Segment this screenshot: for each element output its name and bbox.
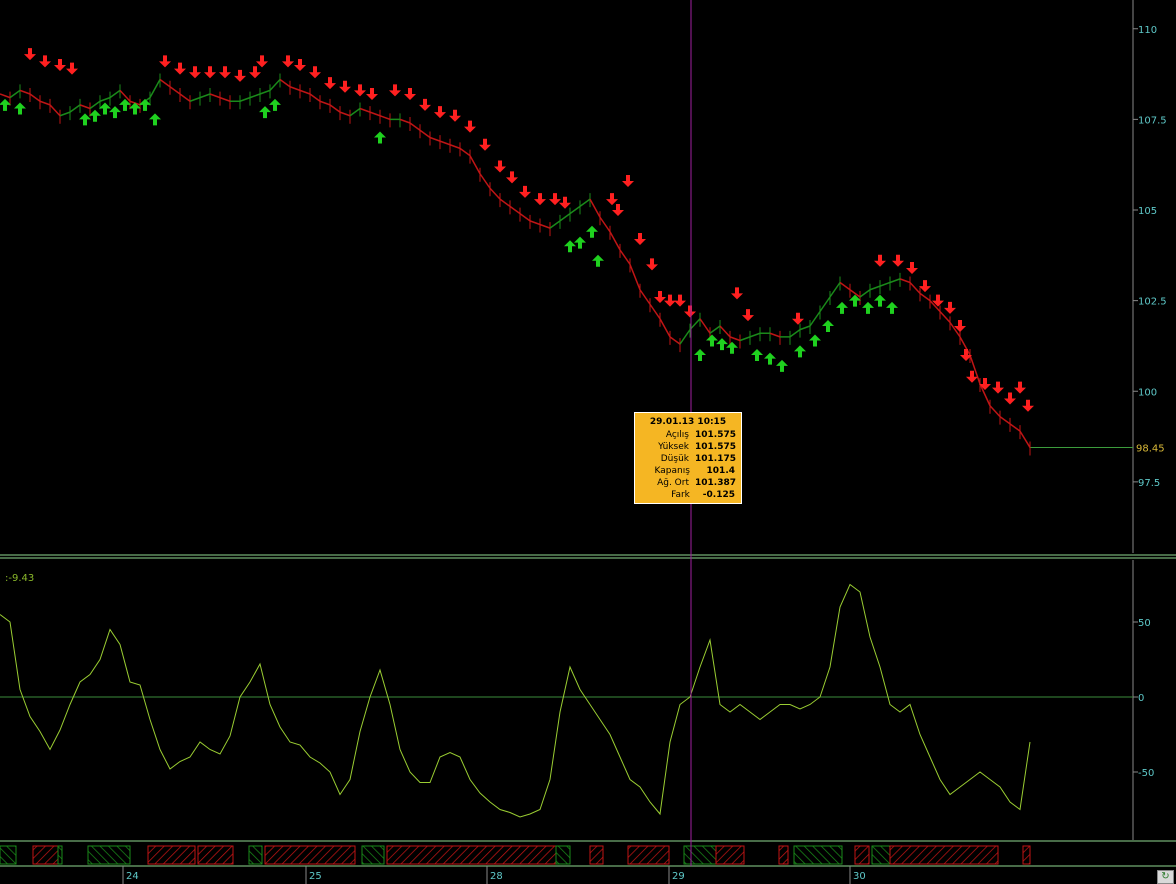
- oscillator-label: :-9.43: [5, 573, 34, 584]
- tooltip-row-change: Fark -0.125: [641, 489, 735, 501]
- osc-tick-label-0: 50: [1138, 618, 1151, 629]
- signal-block-8: [361, 845, 385, 865]
- tooltip-label-high: Yüksek: [658, 442, 689, 452]
- chart-root[interactable]: 110 107.5 105 102.5 100 97.5 98.45 50 0 -50 :-9.43…: [0, 0, 1176, 884]
- price-tick-label-3: 102.5: [1138, 297, 1167, 308]
- signal-block-13: [683, 845, 717, 865]
- signal-block-11: [589, 845, 604, 865]
- signal-block-17: [854, 845, 870, 865]
- tooltip-value-weighted-avg: 101.387: [695, 478, 736, 488]
- signal-block-19: [889, 845, 999, 865]
- x-tick-label-2: 28: [490, 871, 503, 882]
- signal-block-0: [0, 845, 17, 865]
- signal-block-12: [627, 845, 670, 865]
- tooltip-label-low: Düşük: [660, 454, 689, 464]
- tooltip-value-close: 101.4: [706, 466, 735, 476]
- x-tick-label-3: 29: [672, 871, 685, 882]
- chart-background: [0, 0, 1176, 884]
- signal-block-10: [555, 845, 571, 865]
- signal-block-20: [1022, 845, 1031, 865]
- price-tick-label-2: 105: [1138, 206, 1157, 217]
- price-tick-label-4: 100: [1138, 387, 1157, 398]
- tooltip-label-open: Açılış: [665, 430, 689, 440]
- signal-block-15: [778, 845, 789, 865]
- x-tick-label-4: 30: [853, 871, 866, 882]
- signal-block-14: [715, 845, 745, 865]
- x-tick-label-0: 24: [126, 871, 139, 882]
- refresh-icon[interactable]: ↻: [1157, 870, 1174, 884]
- tooltip-datetime: 29.01.13 10:15: [649, 417, 727, 427]
- tooltip-row-low: Düşük 101.175: [641, 453, 736, 465]
- tooltip-value-change: -0.125: [702, 490, 735, 500]
- price-tick-label-0: 110: [1138, 25, 1157, 36]
- tooltip-row-open: Açılış 101.575: [641, 429, 736, 441]
- signal-block-3: [87, 845, 131, 865]
- price-tick-label-1: 107.5: [1138, 115, 1167, 126]
- signal-block-5: [197, 845, 234, 865]
- x-tick-label-1: 25: [309, 871, 322, 882]
- tooltip-label-change: Fark: [671, 490, 690, 500]
- tooltip-row-high: Yüksek 101.575: [641, 441, 736, 453]
- last-value-label: 98.45: [1136, 443, 1165, 454]
- tooltip-value-high: 101.575: [695, 442, 736, 452]
- osc-tick-label-2: -50: [1138, 768, 1154, 779]
- signal-block-7: [264, 845, 356, 865]
- price-tick-label-5: 97.5: [1138, 478, 1160, 489]
- signal-block-9: [386, 845, 557, 865]
- tooltip-row-weighted-avg: Ağ. Ort 101.387: [641, 477, 736, 489]
- signal-block-4: [147, 845, 196, 865]
- ohlc-tooltip: 29.01.13 10:15 Açılış 101.575 Yüksek 101…: [634, 412, 742, 504]
- tooltip-value-open: 101.575: [695, 430, 736, 440]
- signal-block-18: [871, 845, 891, 865]
- signal-block-1: [32, 845, 59, 865]
- tooltip-label-weighted-avg: Ağ. Ort: [657, 478, 689, 488]
- tooltip-label-close: Kapanış: [654, 466, 690, 476]
- signal-block-6: [248, 845, 263, 865]
- tooltip-value-low: 101.175: [695, 454, 736, 464]
- signal-block-2: [57, 845, 63, 865]
- osc-tick-label-1: 0: [1138, 693, 1144, 704]
- tooltip-row-close: Kapanış 101.4: [641, 465, 736, 477]
- signal-block-16: [793, 845, 843, 865]
